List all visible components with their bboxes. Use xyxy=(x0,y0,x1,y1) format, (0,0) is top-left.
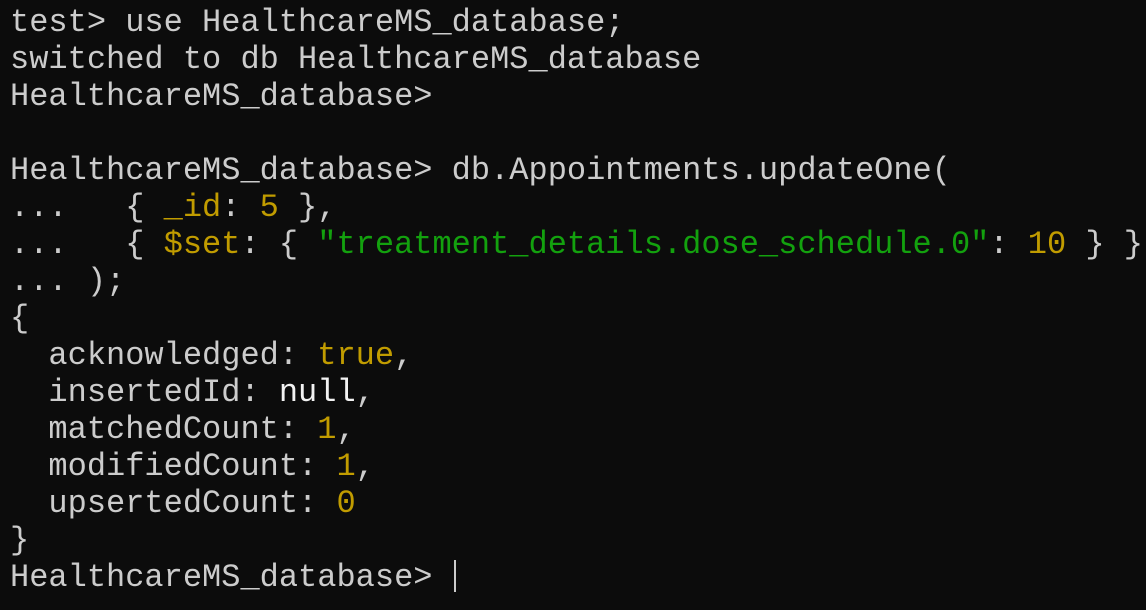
terminal-line: ... { _id: 5 }, xyxy=(10,189,1143,226)
terminal-text-segment: } } xyxy=(1066,226,1143,263)
terminal-line: insertedId: null, xyxy=(10,374,1143,411)
terminal-text-segment: "treatment_details.dose_schedule.0" xyxy=(317,226,990,263)
terminal-text-segment: : xyxy=(989,226,1028,263)
terminal-line: HealthcareMS_database> db.Appointments.u… xyxy=(10,152,1143,189)
terminal-text-segment: , xyxy=(394,337,414,374)
terminal-text-segment: 1 xyxy=(336,448,356,485)
terminal-text-segment: upsertedCount: xyxy=(10,485,337,522)
terminal-text-segment: switched to db HealthcareMS_database xyxy=(10,41,702,78)
terminal-output[interactable]: test> use HealthcareMS_database; switched… xyxy=(10,4,1143,596)
terminal-text-segment: true xyxy=(317,337,395,374)
terminal-text-segment: HealthcareMS_database> db.Appointments.u… xyxy=(10,152,951,189)
terminal-text-segment: ... ); xyxy=(10,263,126,300)
terminal-text-segment: 10 xyxy=(1027,226,1067,263)
terminal-text-segment: matchedCount: xyxy=(10,411,318,448)
terminal-text-segment: : xyxy=(221,189,260,226)
terminal-text-segment: ... { xyxy=(10,189,164,226)
terminal-text-segment: { xyxy=(10,300,30,337)
terminal-line: test> use HealthcareMS_database; xyxy=(10,4,1143,41)
terminal-text-segment: test> use HealthcareMS_database; xyxy=(10,4,625,41)
terminal-text-segment: , xyxy=(355,448,375,485)
terminal-text-segment: null xyxy=(278,374,356,411)
terminal-text-segment: modifiedCount: xyxy=(10,448,337,485)
terminal-line: matchedCount: 1, xyxy=(10,411,1143,448)
terminal-line: ... { $set: { "treatment_details.dose_sc… xyxy=(10,226,1143,263)
terminal-text-segment: HealthcareMS_database> xyxy=(10,559,452,596)
terminal-line: acknowledged: true, xyxy=(10,337,1143,374)
terminal-line: HealthcareMS_database> xyxy=(10,559,1143,596)
terminal-text-segment: 5 xyxy=(259,189,279,226)
terminal-line: HealthcareMS_database> xyxy=(10,78,1143,115)
terminal-text-segment: , xyxy=(336,411,356,448)
cursor-caret xyxy=(453,560,456,592)
terminal-line: ... ); xyxy=(10,263,1143,300)
terminal-line: } xyxy=(10,522,1143,559)
terminal-text-segment: 0 xyxy=(336,485,356,522)
terminal-text-segment: $set xyxy=(163,226,241,263)
terminal-text-segment: , xyxy=(355,374,375,411)
terminal-text-segment: 1 xyxy=(317,411,337,448)
terminal-text-segment: _id xyxy=(163,189,222,226)
terminal-text-segment: } xyxy=(10,522,30,559)
terminal-line: modifiedCount: 1, xyxy=(10,448,1143,485)
terminal-line: { xyxy=(10,300,1143,337)
terminal-text-segment: ... { xyxy=(10,226,164,263)
terminal-text-segment: : { xyxy=(240,226,318,263)
terminal-line: switched to db HealthcareMS_database xyxy=(10,41,1143,78)
terminal-text-segment: HealthcareMS_database> xyxy=(10,78,433,115)
terminal-text-segment: acknowledged: xyxy=(10,337,318,374)
terminal-text-segment: insertedId: xyxy=(10,374,279,411)
terminal-line: upsertedCount: 0 xyxy=(10,485,1143,522)
terminal-text-segment: }, xyxy=(278,189,337,226)
